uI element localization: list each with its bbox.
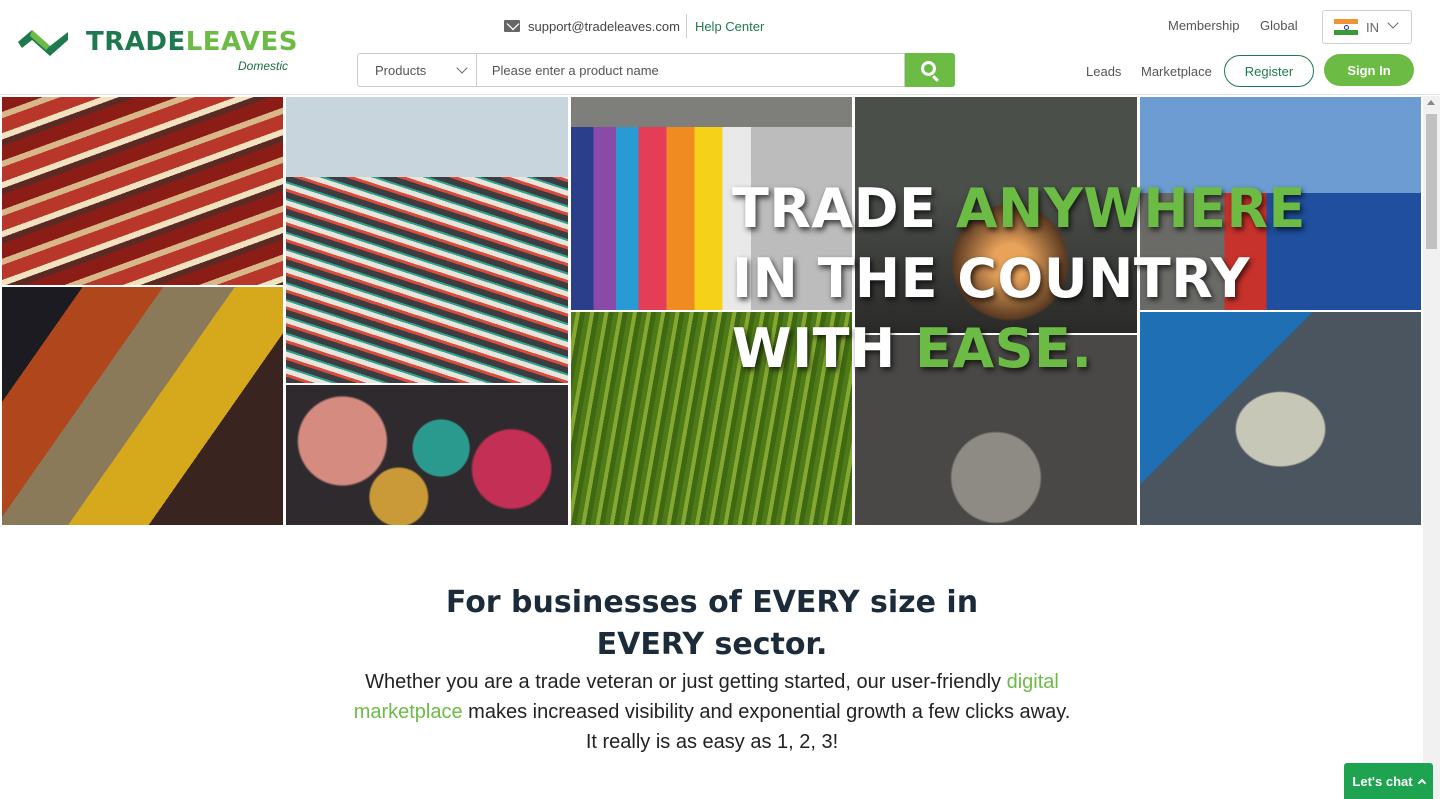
brand-name: TRADELEAVES [86,27,299,57]
divider [685,14,687,38]
nav-membership[interactable]: Membership [1168,18,1240,33]
carpets-image [2,97,283,285]
chevron-down-icon [456,62,468,74]
hero-line2: IN THE COUNTRY [732,247,1250,310]
india-flag-icon [1334,19,1358,35]
hero-line3-green: EASE. [914,317,1093,380]
country-select[interactable]: IN [1322,10,1412,44]
brand-logo[interactable]: TRADELEAVES Domestic [16,22,299,73]
support-email-link[interactable]: support@tradeleaves.com [528,19,680,34]
search-icon [921,61,937,76]
spices-image [2,287,283,525]
hero-headline: TRADE ANYWHERE IN THE COUNTRY WITH EASE. [732,174,1306,384]
leaf-logo-icon [18,30,68,56]
intro-text-before: Whether you are a trade veteran or just … [365,671,1007,693]
brand-subtitle: Domestic [238,59,289,73]
chat-label: Let's chat [1352,773,1413,789]
nav-global[interactable]: Global [1260,18,1298,33]
hero-banner: TRADE ANYWHERE IN THE COUNTRY WITH EASE. [0,96,1423,525]
intro-text: Whether you are a trade veteran or just … [352,667,1072,757]
chevron-down-icon [1387,17,1399,29]
textile-loom-image [286,97,568,383]
chevron-up-icon [1417,778,1426,787]
intro-text-after: makes increased visibility and exponenti… [462,701,1071,753]
search-category-label: Products [375,62,427,78]
search-button[interactable] [905,53,955,87]
mail-icon [504,20,520,32]
page-scrollbar[interactable] [1423,96,1440,799]
country-code: IN [1366,19,1379,35]
chat-widget-button[interactable]: Let's chat [1344,763,1433,799]
hero-line1-green: ANYWHERE [955,177,1306,240]
search-bar: Products [357,53,955,87]
intro-title-line1: For businesses of EVERY size in [445,585,979,620]
help-center-link[interactable]: Help Center [695,19,764,34]
nav-marketplace[interactable]: Marketplace [1141,64,1212,79]
leather-rolls-image [286,385,568,525]
sign-in-button[interactable]: Sign In [1324,54,1414,86]
contact-bar: support@tradeleaves.com Help Center [504,14,764,38]
search-input[interactable] [475,53,906,87]
scroll-up-arrow-icon[interactable] [1427,100,1435,105]
hero-line3-white: WITH [732,317,915,380]
nav-leads[interactable]: Leads [1086,64,1121,79]
scroll-thumb[interactable] [1426,114,1437,249]
search-category-select[interactable]: Products [357,53,476,87]
intro-title: For businesses of EVERY size in EVERY se… [412,582,1012,666]
hero-line1-white: TRADE [732,177,956,240]
intro-title-line2: EVERY sector. [596,627,828,662]
site-header: TRADELEAVES Domestic support@tradeleaves… [0,0,1440,95]
register-button[interactable]: Register [1224,55,1314,87]
